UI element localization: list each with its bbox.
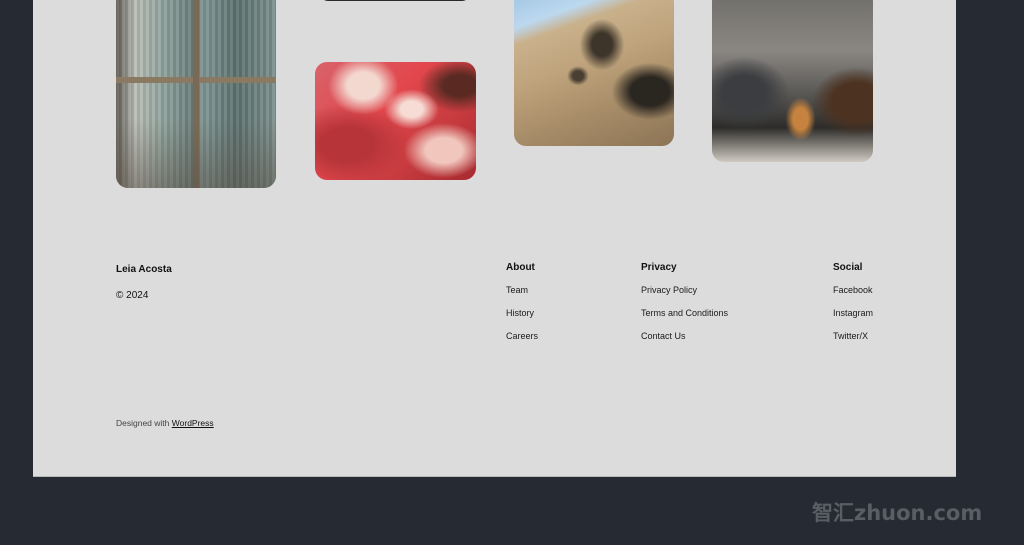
copyright-text: © 2024	[116, 290, 149, 301]
footer-link-careers[interactable]: Careers	[506, 331, 538, 342]
footer-heading-about: About	[506, 262, 535, 273]
building-facade-photo[interactable]	[514, 0, 674, 146]
page-panel: Leia Acosta © 2024 About Team History Ca…	[33, 0, 956, 477]
footer-link-privacy-policy[interactable]: Privacy Policy	[641, 285, 728, 296]
window-curtains-photo[interactable]	[116, 0, 276, 188]
footer-link-team[interactable]: Team	[506, 285, 538, 296]
footer-heading-privacy: Privacy	[641, 262, 677, 273]
cropped-photo-fragment[interactable]	[320, 0, 470, 1]
footer-link-instagram[interactable]: Instagram	[833, 308, 873, 319]
credit-prefix: Designed with	[116, 418, 172, 428]
cafe-chairs-photo[interactable]	[712, 0, 873, 162]
wordpress-link[interactable]: WordPress	[172, 418, 214, 428]
footer-heading-social: Social	[833, 262, 863, 273]
footer-link-facebook[interactable]: Facebook	[833, 285, 873, 296]
pink-flower-photo[interactable]	[315, 62, 476, 180]
footer-credit: Designed with WordPress	[116, 418, 214, 428]
footer-column-privacy: Privacy Privacy Policy Terms and Conditi…	[641, 262, 728, 354]
footer-link-twitter[interactable]: Twitter/X	[833, 331, 873, 342]
footer-link-terms[interactable]: Terms and Conditions	[641, 308, 728, 319]
footer-column-social: Social Facebook Instagram Twitter/X	[833, 262, 873, 354]
watermark-text: 智汇zhuon.com	[812, 501, 983, 525]
footer-column-about: About Team History Careers	[506, 262, 538, 354]
site-name[interactable]: Leia Acosta	[116, 264, 172, 275]
footer-link-contact[interactable]: Contact Us	[641, 331, 728, 342]
footer-link-history[interactable]: History	[506, 308, 538, 319]
